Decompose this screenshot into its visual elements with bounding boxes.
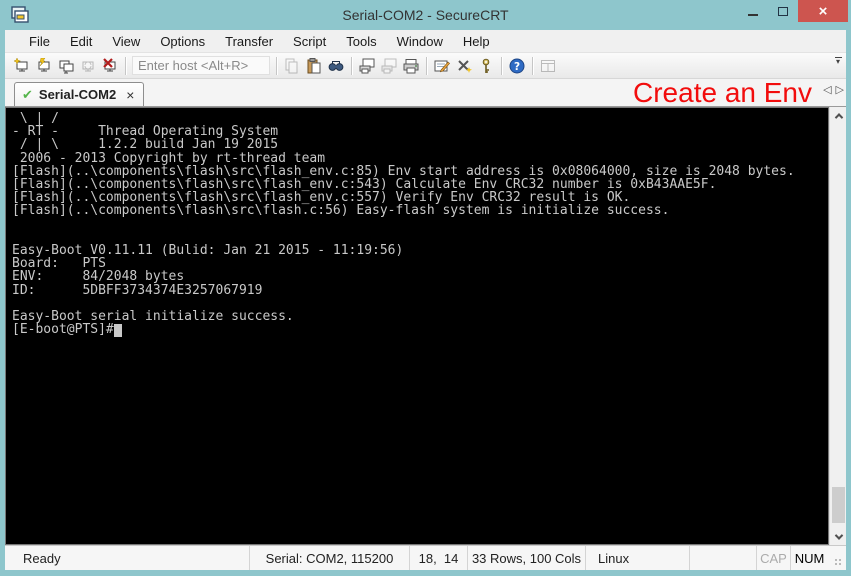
key-agent-button[interactable] — [475, 55, 497, 77]
toolbar-separator — [351, 57, 352, 75]
titlebar: Serial-COM2 - SecureCRT × — [0, 0, 851, 30]
minimize-button[interactable] — [738, 0, 768, 22]
copy-icon — [284, 58, 300, 74]
terminal[interactable]: \ | / - RT - Thread Operating System / |… — [5, 107, 829, 545]
resize-grip[interactable] — [828, 546, 846, 570]
key-icon — [478, 58, 494, 74]
tab-scroll-right-icon[interactable]: ▷ — [836, 83, 844, 96]
tab-scroll-controls: ◁ ▷ — [823, 83, 844, 96]
scroll-down-button[interactable] — [830, 528, 847, 545]
status-bar: Ready Serial: COM2, 115200 18, 14 33 Row… — [5, 545, 846, 570]
toolbar-separator — [426, 57, 427, 75]
printer-icon — [403, 58, 419, 74]
print-eject-button — [378, 55, 400, 77]
connect-icon — [36, 58, 52, 74]
connect-in-tab-button[interactable] — [55, 55, 77, 77]
securecrt-window: Serial-COM2 - SecureCRT × File Edit View… — [0, 0, 851, 576]
maximize-icon — [778, 7, 788, 16]
close-button[interactable]: × — [798, 0, 848, 22]
keymap-editor-icon — [456, 58, 472, 74]
maximize-button[interactable] — [768, 0, 798, 22]
help-button[interactable]: ? — [506, 55, 528, 77]
copy-button — [281, 55, 303, 77]
tab-close-icon[interactable]: × — [126, 87, 134, 103]
tab-label: Serial-COM2 — [39, 87, 116, 102]
find-icon — [328, 58, 344, 74]
session-area: \ | / - RT - Thread Operating System / |… — [5, 107, 846, 545]
app-icon[interactable] — [9, 5, 29, 25]
print-eject-icon — [381, 58, 397, 74]
grip-dots-icon — [835, 559, 843, 567]
menu-tools[interactable]: Tools — [336, 31, 386, 52]
status-cursor-position: 18, 14 — [409, 546, 467, 570]
status-emulation: Linux — [585, 546, 689, 570]
status-empty — [689, 546, 756, 570]
toolbar-separator — [532, 57, 533, 75]
session-options-button[interactable] — [431, 55, 453, 77]
window-controls: × — [738, 0, 848, 22]
toolbar-overflow-button[interactable]: ▾ — [832, 57, 844, 73]
host-input[interactable] — [132, 56, 270, 75]
menu-options[interactable]: Options — [150, 31, 215, 52]
printer-button[interactable] — [400, 55, 422, 77]
chevron-down-icon — [834, 531, 842, 539]
connect-in-tab-icon — [58, 58, 74, 74]
scrollbar-thumb[interactable] — [832, 487, 845, 523]
terminal-output: \ | / - RT - Thread Operating System / |… — [12, 112, 828, 337]
paste-button[interactable] — [303, 55, 325, 77]
menu-view[interactable]: View — [102, 31, 150, 52]
overflow-chevron-icon: ▾ — [836, 59, 840, 64]
toolbar-separator — [276, 57, 277, 75]
session-options-icon — [434, 58, 450, 74]
disconnect-button[interactable] — [99, 55, 121, 77]
menubar: File Edit View Options Transfer Script T… — [5, 30, 846, 53]
minimize-icon — [748, 14, 758, 16]
terminal-cursor — [114, 324, 122, 337]
toolbar-separator — [125, 57, 126, 75]
paste-icon — [306, 58, 322, 74]
menu-file[interactable]: File — [19, 31, 60, 52]
quick-connect-icon — [14, 58, 30, 74]
status-serial: Serial: COM2, 115200 — [249, 546, 409, 570]
tab-serial-com2[interactable]: ✔ Serial-COM2 × — [14, 82, 144, 106]
status-caps-lock: CAP — [756, 546, 790, 570]
annotation-create-an-env: Create an Env — [633, 77, 812, 109]
help-icon: ? — [509, 58, 525, 74]
reconnect-button — [77, 55, 99, 77]
disconnect-icon — [102, 58, 118, 74]
chevron-up-icon — [834, 113, 842, 121]
close-icon: × — [819, 3, 828, 20]
shell-prompt: [E-boot@PTS]# — [12, 322, 114, 337]
toolbar-separator — [501, 57, 502, 75]
connected-check-icon: ✔ — [22, 87, 33, 103]
menu-script[interactable]: Script — [283, 31, 336, 52]
status-terminal-size: 33 Rows, 100 Cols — [467, 546, 585, 570]
status-num-lock: NUM — [790, 546, 828, 570]
menu-window[interactable]: Window — [387, 31, 453, 52]
tab-bar: ✔ Serial-COM2 × Create an Env ◁ ▷ — [5, 79, 846, 107]
status-ready: Ready — [5, 546, 249, 570]
print-icon — [359, 58, 375, 74]
toolbar: ? ▾ — [5, 53, 846, 79]
print-button[interactable] — [356, 55, 378, 77]
menu-edit[interactable]: Edit — [60, 31, 102, 52]
tab-scroll-left-icon[interactable]: ◁ — [823, 83, 831, 96]
keymap-editor-button[interactable] — [453, 55, 475, 77]
scroll-up-button[interactable] — [830, 107, 847, 124]
menu-transfer[interactable]: Transfer — [215, 31, 283, 52]
svg-text:?: ? — [514, 61, 520, 73]
quick-connect-button[interactable] — [11, 55, 33, 77]
vertical-scrollbar[interactable] — [829, 107, 846, 545]
window-title: Serial-COM2 - SecureCRT — [0, 7, 851, 23]
menu-help[interactable]: Help — [453, 31, 500, 52]
connect-button[interactable] — [33, 55, 55, 77]
file-transfer-icon — [540, 58, 556, 74]
find-button[interactable] — [325, 55, 347, 77]
file-transfer-button — [537, 55, 559, 77]
reconnect-icon — [80, 58, 96, 74]
